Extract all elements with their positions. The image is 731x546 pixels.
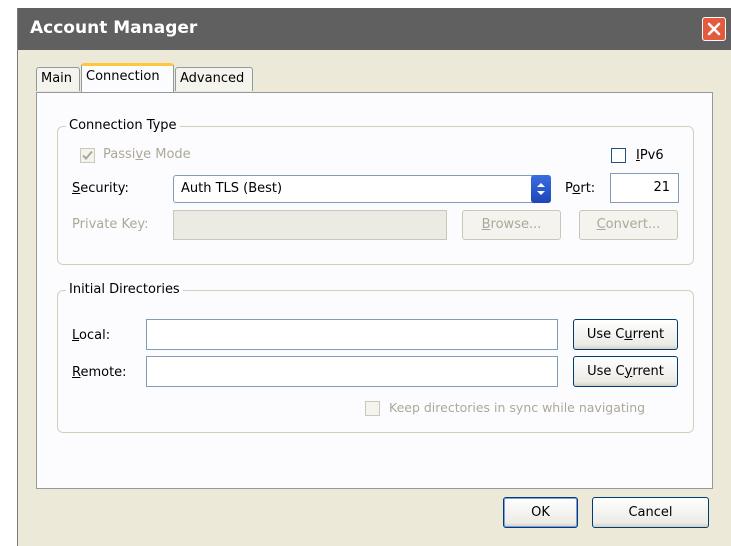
tab-connection[interactable]: Connection xyxy=(81,63,174,92)
use-current-remote-button[interactable]: Use Cyrrent xyxy=(573,356,678,387)
private-key-input[interactable] xyxy=(173,210,447,240)
port-input[interactable]: 21 xyxy=(610,173,679,203)
close-icon xyxy=(707,22,721,36)
security-label: Security: xyxy=(72,181,129,196)
tab-main-label: Main xyxy=(41,71,73,86)
connection-tab-panel: Connection Type Passive Mode IPv6 Securi… xyxy=(36,92,713,489)
local-directory-input[interactable] xyxy=(146,319,558,350)
browse-button[interactable]: Browse... xyxy=(462,210,561,240)
tab-connection-label: Connection xyxy=(86,69,160,84)
passive-mode-checkbox[interactable] xyxy=(80,148,95,163)
ipv6-checkbox[interactable] xyxy=(611,148,626,163)
private-key-label: Private Key: xyxy=(72,217,149,232)
ipv6-label: IPv6 xyxy=(636,148,664,163)
remote-directory-input[interactable] xyxy=(146,356,558,387)
passive-mode-label: Passive Mode xyxy=(103,147,191,162)
tab-advanced[interactable]: Advanced xyxy=(175,67,253,91)
port-value: 21 xyxy=(653,180,670,195)
window-title: Account Manager xyxy=(30,18,198,38)
use-current-local-button[interactable]: Use Current xyxy=(573,319,678,350)
security-select[interactable]: Auth TLS (Best) xyxy=(173,175,551,203)
keep-sync-label: Keep directories in sync while navigatin… xyxy=(389,400,646,415)
account-manager-window: Account Manager Main Connection Advanced… xyxy=(17,8,731,546)
tab-advanced-label: Advanced xyxy=(180,71,245,86)
connection-type-group-label: Connection Type xyxy=(66,118,180,133)
initial-directories-group: Initial Directories Local: Use Current R… xyxy=(57,282,694,433)
tab-main[interactable]: Main xyxy=(36,67,80,91)
close-button[interactable] xyxy=(702,17,726,41)
cancel-button[interactable]: Cancel xyxy=(592,497,709,528)
local-label: Local: xyxy=(72,328,111,343)
convert-button[interactable]: Convert... xyxy=(579,210,678,240)
port-label: Port: xyxy=(565,181,596,196)
security-select-value: Auth TLS (Best) xyxy=(181,181,283,196)
connection-type-group: Connection Type Passive Mode IPv6 Securi… xyxy=(57,118,694,265)
keep-sync-checkbox[interactable] xyxy=(365,401,380,416)
initial-directories-group-label: Initial Directories xyxy=(66,282,183,297)
remote-label: Remote: xyxy=(72,365,127,380)
title-bar[interactable]: Account Manager xyxy=(18,8,731,50)
ok-button[interactable]: OK xyxy=(503,497,578,528)
select-arrows-icon xyxy=(531,175,551,203)
checkmark-icon xyxy=(82,150,93,160)
